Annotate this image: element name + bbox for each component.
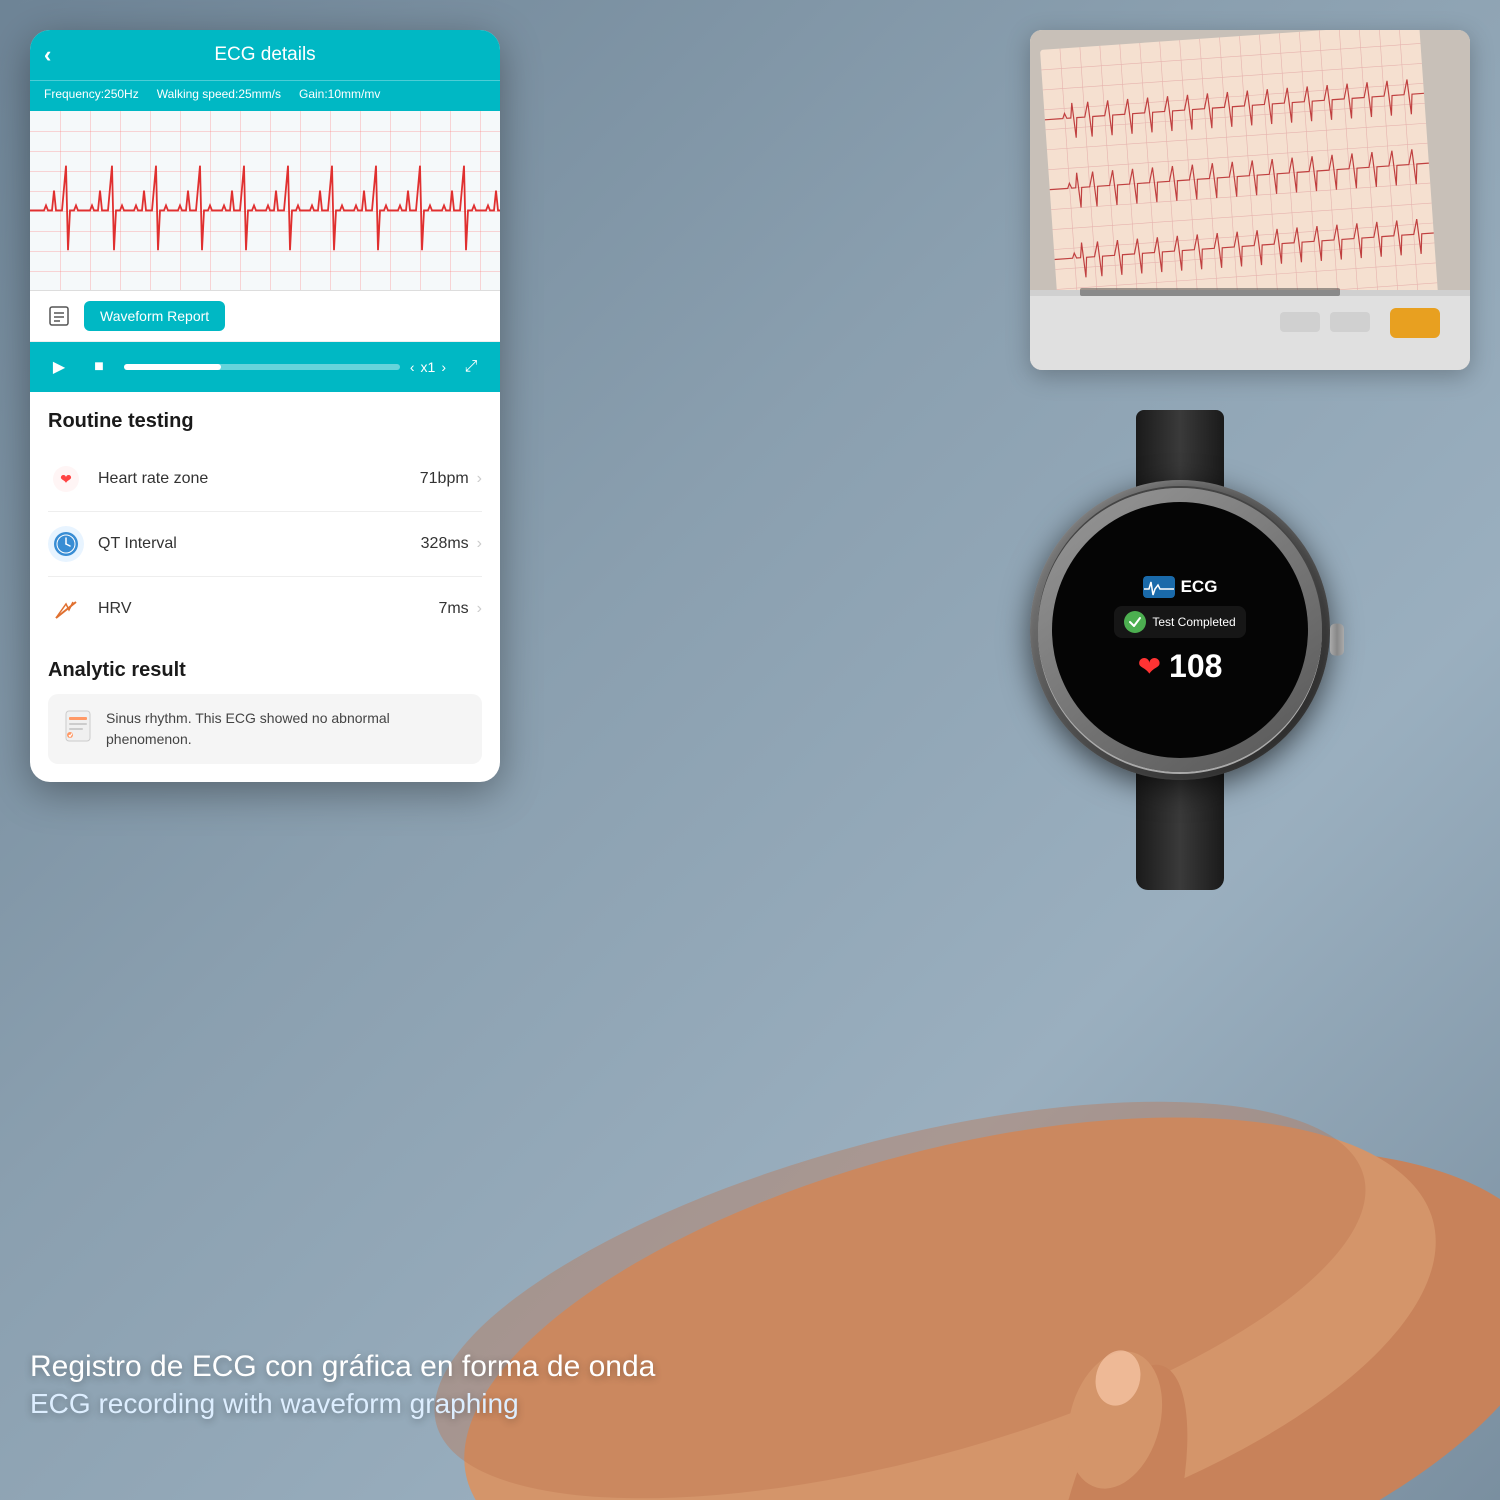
speed-control: ‹ x1 ›	[410, 359, 446, 375]
ecg-waveform-area	[30, 111, 500, 291]
check-circle	[1124, 611, 1146, 633]
gain-label: Gain:10mm/mv	[299, 87, 380, 101]
watch-bpm-row: ❤ 108	[1138, 648, 1223, 685]
speed-next-button[interactable]: ›	[441, 359, 446, 375]
ecg-waveform-svg	[30, 111, 500, 290]
speed-value: x1	[421, 359, 436, 375]
watch-wrapper: ECG Test Completed ❤ 108	[1030, 480, 1330, 780]
phone-ui: ‹ ECG details Frequency:250Hz Walking sp…	[30, 30, 500, 782]
metric-row-hrv[interactable]: HRV 7ms ›	[48, 577, 482, 641]
watch-ecg-row: ECG	[1143, 576, 1218, 598]
caption-spanish: Registro de ECG con gráfica en forma de …	[30, 1346, 655, 1388]
svg-text:❤: ❤	[60, 471, 72, 487]
qt-interval-name: QT Interval	[98, 535, 421, 553]
qt-interval-value: 328ms	[421, 535, 469, 553]
expand-button[interactable]: ⤢	[456, 352, 486, 382]
metric-row-qt-interval[interactable]: QT Interval 328ms ›	[48, 512, 482, 577]
watch-ecg-label: ECG	[1181, 577, 1218, 597]
stop-button[interactable]: ■	[84, 352, 114, 382]
progress-fill	[124, 364, 221, 370]
routine-section-title: Routine testing	[48, 410, 482, 433]
analytic-card: Sinus rhythm. This ECG showed no abnorma…	[48, 694, 482, 764]
ecg-header: ‹ ECG details	[30, 30, 500, 80]
phone-content: Routine testing ❤ Heart rate zone 71bpm …	[30, 392, 500, 782]
play-button[interactable]: ▶	[44, 352, 74, 382]
hrv-name: HRV	[98, 600, 438, 618]
waveform-bar: Waveform Report	[30, 291, 500, 342]
walking-speed-label: Walking speed:25mm/s	[157, 87, 281, 101]
back-button[interactable]: ‹	[44, 42, 51, 68]
hrv-arrow: ›	[477, 600, 482, 618]
report-icon	[44, 301, 74, 331]
analytic-section-title: Analytic result	[48, 659, 482, 682]
caption-english: ECG recording with waveform graphing	[30, 1388, 655, 1420]
analytic-text: Sinus rhythm. This ECG showed no abnorma…	[106, 708, 468, 750]
heart-rate-arrow: ›	[477, 470, 482, 488]
watch-bpm-value: 108	[1169, 648, 1222, 685]
hrv-value: 7ms	[438, 600, 468, 618]
watch-case: ECG Test Completed ❤ 108	[1030, 480, 1330, 780]
qt-interval-arrow: ›	[477, 535, 482, 553]
heart-rate-icon: ❤	[48, 461, 84, 497]
progress-bar[interactable]	[124, 364, 400, 370]
watch-crown	[1330, 624, 1344, 656]
ecg-machine-photo	[1030, 30, 1470, 370]
watch-heart-icon: ❤	[1138, 650, 1161, 683]
waveform-report-button[interactable]: Waveform Report	[84, 301, 225, 331]
watch-test-completed-text: Test Completed	[1152, 615, 1235, 629]
frequency-label: Frequency:250Hz	[44, 87, 139, 101]
heart-rate-name: Heart rate zone	[98, 470, 420, 488]
caption-area: Registro de ECG con gráfica en forma de …	[30, 1346, 655, 1420]
ecg-paper-sim	[1030, 30, 1470, 370]
speed-prev-button[interactable]: ‹	[410, 359, 415, 375]
hrv-icon	[48, 591, 84, 627]
ecg-title: ECG details	[214, 44, 315, 66]
freq-bar: Frequency:250Hz Walking speed:25mm/s Gai…	[30, 80, 500, 111]
heart-rate-value: 71bpm	[420, 470, 469, 488]
watch-ecg-icon-bg	[1143, 576, 1175, 598]
analytic-doc-icon	[62, 708, 94, 744]
playback-controls: ▶ ■ ‹ x1 › ⤢	[30, 342, 500, 392]
watch-test-completed-row: Test Completed	[1114, 606, 1245, 638]
watch-bezel: ECG Test Completed ❤ 108	[1038, 488, 1322, 772]
qt-interval-icon	[48, 526, 84, 562]
watch-screen: ECG Test Completed ❤ 108	[1052, 502, 1308, 758]
metric-row-heart-rate[interactable]: ❤ Heart rate zone 71bpm ›	[48, 447, 482, 512]
ecg-paper-svg	[1030, 30, 1470, 370]
